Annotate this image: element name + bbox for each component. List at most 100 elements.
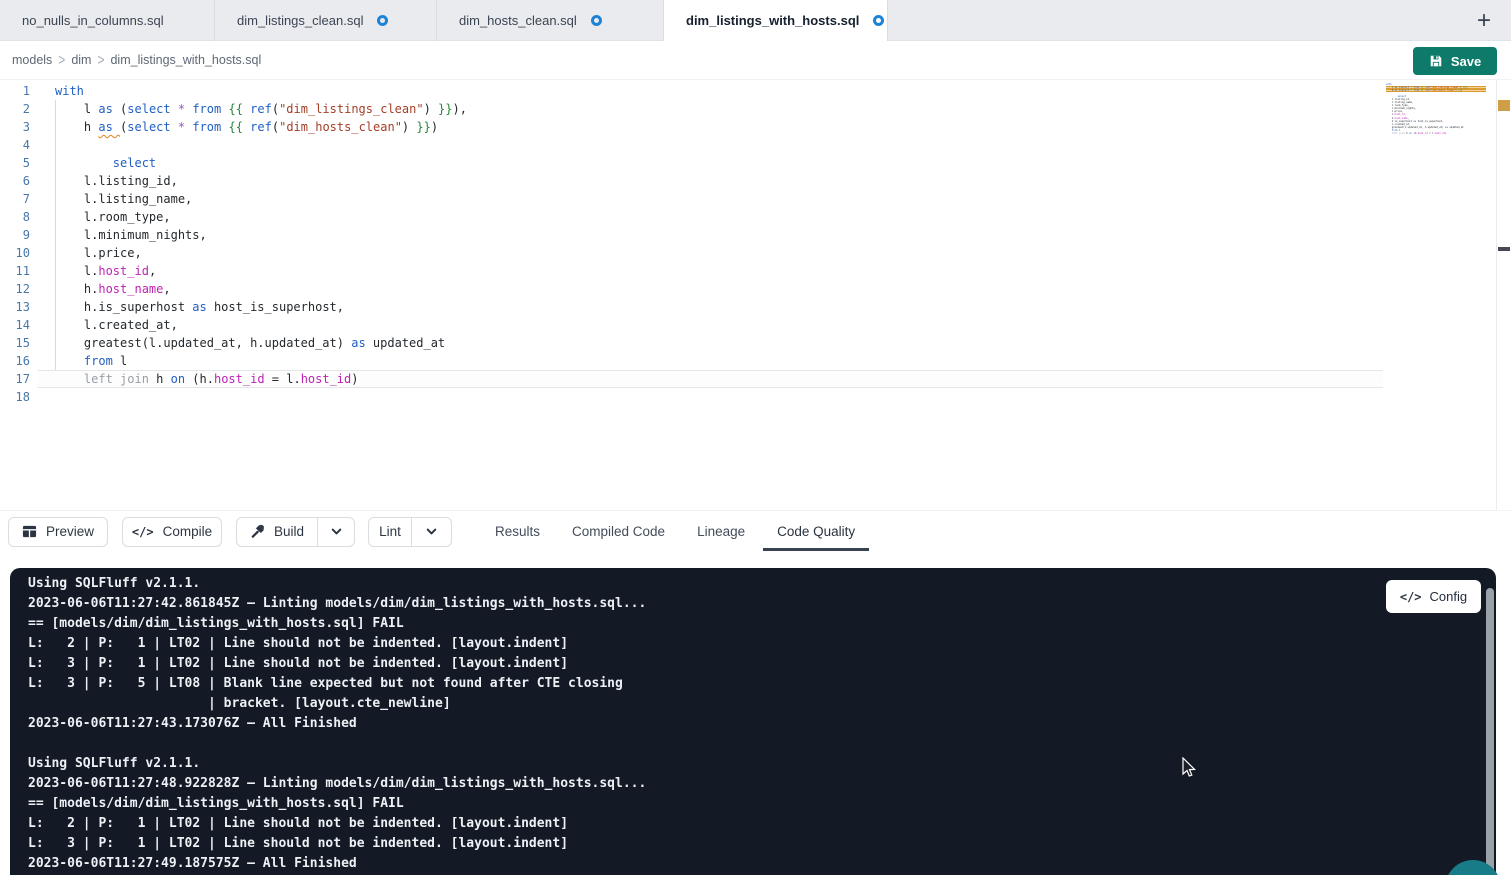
- terminal-line: Using SQLFluff v2.1.1.: [28, 574, 1496, 594]
- file-tab-bar: no_nulls_in_columns.sql dim_listings_cle…: [0, 0, 1511, 41]
- tab-lineage-label: Lineage: [697, 524, 745, 539]
- editor-toolbar: Preview </> Compile Build: [0, 510, 1511, 552]
- line-number: 7: [0, 190, 38, 208]
- result-tabs: Results Compiled Code Lineage Code Quali…: [495, 511, 855, 553]
- line-number: 14: [0, 316, 38, 334]
- unsaved-dot-icon[interactable]: [591, 15, 602, 26]
- compile-button-label: Compile: [163, 524, 213, 539]
- build-button-label: Build: [274, 524, 304, 539]
- code-icon: </>: [132, 525, 154, 539]
- tab-compiled-code[interactable]: Compiled Code: [572, 524, 665, 539]
- unsaved-dot-icon[interactable]: [377, 15, 388, 26]
- line-number: 6: [0, 172, 38, 190]
- tab-code-quality-label: Code Quality: [777, 524, 855, 539]
- code-editor[interactable]: 123456789101112131415161718 with l as (s…: [0, 80, 1511, 510]
- tab-results-label: Results: [495, 524, 540, 539]
- minimap[interactable]: with l as (select * from {{ ref("dim_lis…: [1386, 83, 1486, 138]
- build-dropdown-button[interactable]: [318, 517, 355, 547]
- overview-ruler[interactable]: [1496, 80, 1511, 510]
- terminal-line: L: 3 | P: 1 | LT02 | Line should not be …: [28, 654, 1496, 674]
- lint-button[interactable]: Lint: [368, 517, 412, 547]
- code-line[interactable]: from l: [38, 352, 1383, 370]
- config-button[interactable]: </> Config: [1386, 580, 1481, 613]
- config-button-label: Config: [1430, 589, 1468, 604]
- breadcrumb-bar: models > dim > dim_listings_with_hosts.s…: [0, 41, 1511, 80]
- code-line[interactable]: [38, 136, 1383, 154]
- code-line[interactable]: l.listing_name,: [38, 190, 1383, 208]
- terminal-line: L: 2 | P: 1 | LT02 | Line should not be …: [28, 634, 1496, 654]
- code-line[interactable]: l.minimum_nights,: [38, 226, 1383, 244]
- line-number: 18: [0, 388, 38, 406]
- code-line[interactable]: l.created_at,: [38, 316, 1383, 334]
- tab-lineage[interactable]: Lineage: [697, 524, 745, 539]
- tab-dim-listings-clean[interactable]: dim_listings_clean.sql: [215, 0, 437, 41]
- save-button[interactable]: Save: [1413, 47, 1497, 75]
- line-number: 15: [0, 334, 38, 352]
- code-line[interactable]: h.host_name,: [38, 280, 1383, 298]
- build-button-group: Build: [236, 517, 355, 547]
- lint-button-group: Lint: [368, 517, 452, 547]
- chevron-down-icon: [425, 525, 438, 538]
- line-number: 1: [0, 82, 38, 100]
- build-button[interactable]: Build: [236, 517, 318, 547]
- preview-button-label: Preview: [46, 524, 94, 539]
- terminal-line: L: 2 | P: 1 | LT02 | Line should not be …: [28, 814, 1496, 834]
- terminal-line: 2023-06-06T11:27:43.173076Z — All Finish…: [28, 714, 1496, 734]
- tab-dim-listings-with-hosts[interactable]: dim_listings_with_hosts.sql: [664, 0, 888, 41]
- code-line[interactable]: select: [38, 154, 1383, 172]
- new-tab-button[interactable]: +: [1467, 0, 1501, 41]
- breadcrumb-separator: >: [58, 51, 65, 69]
- code-line[interactable]: h.is_superhost as host_is_superhost,: [38, 298, 1383, 316]
- terminal-scrollbar[interactable]: [1486, 588, 1494, 875]
- line-number: 16: [0, 352, 38, 370]
- terminal-line: == [models/dim/dim_listings_with_hosts.s…: [28, 794, 1496, 814]
- line-number: 11: [0, 262, 38, 280]
- code-line[interactable]: [38, 388, 1383, 406]
- breadcrumb-item-models: models: [12, 53, 52, 67]
- code-line[interactable]: h as (select * from {{ ref("dim_hosts_cl…: [38, 118, 1383, 136]
- compile-button[interactable]: </> Compile: [122, 517, 222, 547]
- line-number: 13: [0, 298, 38, 316]
- breadcrumb-separator: >: [97, 51, 104, 69]
- code-line[interactable]: left join h on (h.host_id = l.host_id): [38, 370, 1383, 388]
- code-line[interactable]: l.host_id,: [38, 262, 1383, 280]
- code-icon: </>: [1400, 590, 1422, 604]
- tab-label: dim_listings_with_hosts.sql: [686, 13, 859, 28]
- terminal-line: 2023-06-06T11:27:42.861845Z — Linting mo…: [28, 594, 1496, 614]
- lint-dropdown-button[interactable]: [412, 517, 452, 547]
- plus-icon: +: [1477, 7, 1491, 35]
- tab-no-nulls-in-columns[interactable]: no_nulls_in_columns.sql: [0, 0, 215, 41]
- code-line[interactable]: greatest(l.updated_at, h.updated_at) as …: [38, 334, 1383, 352]
- ide-window: no_nulls_in_columns.sql dim_listings_cle…: [0, 0, 1511, 875]
- preview-button[interactable]: Preview: [8, 517, 108, 547]
- tab-compiled-code-label: Compiled Code: [572, 524, 665, 539]
- save-button-label: Save: [1451, 54, 1481, 69]
- line-number: 12: [0, 280, 38, 298]
- code-area[interactable]: with l as (select * from {{ ref("dim_lis…: [38, 82, 1383, 406]
- line-number: 5: [0, 154, 38, 172]
- terminal-line: | bracket. [layout.cte_newline]: [28, 694, 1496, 714]
- code-line[interactable]: l.price,: [38, 244, 1383, 262]
- tab-label: dim_listings_clean.sql: [237, 13, 363, 28]
- change-marker: [1498, 100, 1510, 111]
- code-line[interactable]: l.room_type,: [38, 208, 1383, 226]
- lint-button-label: Lint: [379, 524, 401, 539]
- tab-dim-hosts-clean[interactable]: dim_hosts_clean.sql: [437, 0, 664, 41]
- tab-label: dim_hosts_clean.sql: [459, 13, 577, 28]
- terminal-line: L: 3 | P: 5 | LT08 | Blank line expected…: [28, 674, 1496, 694]
- line-number: 3: [0, 118, 38, 136]
- code-line[interactable]: with: [38, 82, 1383, 100]
- tab-code-quality[interactable]: Code Quality: [777, 524, 855, 539]
- tab-results[interactable]: Results: [495, 524, 540, 539]
- terminal-output: Using SQLFluff v2.1.1.2023-06-06T11:27:4…: [10, 568, 1496, 874]
- floppy-disk-icon: [1429, 54, 1443, 68]
- terminal-panel: Using SQLFluff v2.1.1.2023-06-06T11:27:4…: [10, 568, 1496, 875]
- line-number: 17: [0, 370, 38, 388]
- code-line[interactable]: l as (select * from {{ ref("dim_listings…: [38, 100, 1383, 118]
- unsaved-dot-icon[interactable]: [873, 15, 884, 26]
- line-number: 4: [0, 136, 38, 154]
- terminal-line: 2023-06-06T11:27:48.922828Z — Linting mo…: [28, 774, 1496, 794]
- code-line[interactable]: l.listing_id,: [38, 172, 1383, 190]
- breadcrumb-item-dim: dim: [71, 53, 91, 67]
- line-number: 8: [0, 208, 38, 226]
